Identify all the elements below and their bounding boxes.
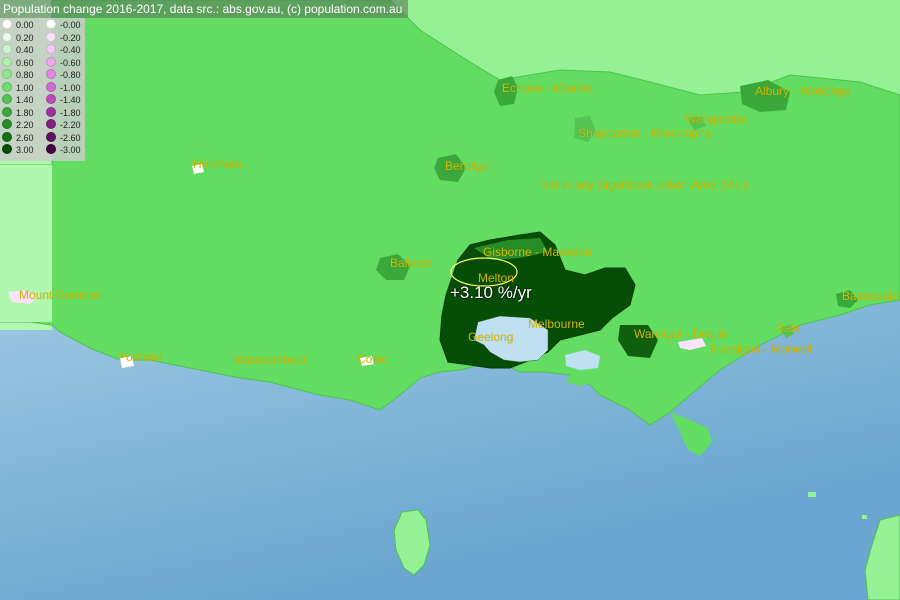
small-island bbox=[808, 492, 816, 497]
map-header-title: Population change 2016-2017, data src.: … bbox=[0, 0, 409, 18]
label-warrnambool[interactable]: Warrnambool bbox=[234, 353, 306, 367]
label-albury-wodonga[interactable]: Albury - Wodonga bbox=[755, 84, 851, 98]
legend-label: -1.80 bbox=[60, 107, 81, 118]
legend-item-positive: 0.80 bbox=[2, 69, 34, 81]
legend-swatch bbox=[2, 56, 12, 67]
legend-swatch bbox=[2, 31, 12, 42]
legend-item-negative: -1.80 bbox=[46, 106, 81, 119]
legend-swatch bbox=[2, 106, 12, 117]
legend-swatch bbox=[46, 44, 56, 54]
legend-swatch bbox=[46, 69, 56, 79]
small-island bbox=[862, 515, 867, 519]
legend-item-negative: -2.60 bbox=[46, 131, 81, 144]
label-portland[interactable]: Portland bbox=[118, 350, 163, 364]
legend-swatch bbox=[2, 131, 12, 142]
legend-label: 2.20 bbox=[16, 120, 34, 130]
legend-swatch bbox=[46, 19, 56, 29]
legend-label: 3.00 bbox=[16, 145, 34, 155]
legend-label: -3.00 bbox=[60, 145, 81, 155]
label-bairnsdale[interactable]: Bairnsdale bbox=[842, 289, 899, 303]
legend-label: 2.60 bbox=[16, 132, 34, 143]
legend-swatch bbox=[46, 31, 56, 42]
legend-label: -1.40 bbox=[60, 95, 81, 105]
label-traralgon-morwell[interactable]: Traralgon - Morwell bbox=[709, 342, 812, 356]
legend-label: 0.20 bbox=[16, 32, 34, 43]
legend-swatch bbox=[46, 106, 56, 117]
legend-item-positive: 0.20 bbox=[2, 31, 34, 44]
label-wangaratta[interactable]: Wangaratta bbox=[685, 112, 747, 126]
legend-item-negative: -1.00 bbox=[46, 81, 81, 94]
label-colac[interactable]: Colac bbox=[357, 352, 388, 366]
legend-item-positive: 0.40 bbox=[2, 44, 34, 56]
legend-item-negative: -2.20 bbox=[46, 119, 81, 131]
label-shepparton-mooroopna[interactable]: Shepparton - Mooroopna bbox=[578, 126, 711, 140]
label-horsham[interactable]: Horsham bbox=[193, 157, 242, 171]
legend-label: 1.80 bbox=[16, 107, 34, 118]
legend-label: -0.20 bbox=[60, 32, 81, 43]
legend: 0.00 0.20 0.40 0.60 0.80 1.00 1.40 1.80 2.20 2.60… bbox=[0, 18, 85, 161]
legend-swatch bbox=[46, 144, 56, 154]
legend-item-negative: -1.40 bbox=[46, 94, 81, 106]
legend-item-positive: 2.20 bbox=[2, 119, 34, 131]
legend-swatch bbox=[46, 56, 56, 67]
legend-item-positive: 2.60 bbox=[2, 131, 34, 144]
legend-label: -2.20 bbox=[60, 120, 81, 130]
legend-label: 0.80 bbox=[16, 70, 34, 80]
legend-label: -0.80 bbox=[60, 70, 81, 80]
label-warragul-drouin[interactable]: Warragul - Drouin bbox=[634, 327, 728, 341]
legend-label: 0.60 bbox=[16, 57, 34, 68]
label-not-in-sua[interactable]: Not in any Significant Urban Area (Vic.) bbox=[540, 178, 748, 192]
legend-item-negative: -0.80 bbox=[46, 69, 81, 81]
legend-label: -1.00 bbox=[60, 82, 81, 93]
legend-label: 0.00 bbox=[16, 20, 34, 30]
legend-label: -0.60 bbox=[60, 57, 81, 68]
label-mount-gambier[interactable]: Mount Gambier bbox=[19, 288, 102, 302]
legend-swatch bbox=[2, 81, 12, 92]
legend-item-negative: -3.00 bbox=[46, 144, 81, 156]
map-canvas[interactable]: Population change 2016-2017, data src.: … bbox=[0, 0, 900, 600]
label-sale[interactable]: Sale bbox=[776, 321, 800, 335]
legend-item-positive: 1.00 bbox=[2, 81, 34, 94]
legend-item-negative: -0.60 bbox=[46, 56, 81, 69]
legend-label: 0.40 bbox=[16, 45, 34, 55]
legend-item-positive: 1.40 bbox=[2, 94, 34, 106]
legend-swatch bbox=[2, 19, 12, 29]
label-bendigo[interactable]: Bendigo bbox=[445, 159, 489, 173]
label-geelong[interactable]: Geelong bbox=[468, 330, 513, 344]
hover-value-label: +3.10 %/yr bbox=[450, 283, 532, 302]
legend-swatch bbox=[2, 44, 12, 54]
legend-item-positive: 0.00 bbox=[2, 19, 34, 31]
legend-item-positive: 3.00 bbox=[2, 144, 34, 156]
label-melbourne[interactable]: Melbourne bbox=[528, 317, 585, 331]
legend-swatch bbox=[2, 144, 12, 154]
legend-swatch bbox=[2, 94, 12, 104]
legend-swatch bbox=[2, 119, 12, 129]
legend-item-negative: -0.00 bbox=[46, 19, 81, 31]
legend-item-positive: 1.80 bbox=[2, 106, 34, 119]
legend-item-positive: 0.60 bbox=[2, 56, 34, 69]
label-echuca-moama[interactable]: Echuca - Moama bbox=[502, 81, 593, 95]
legend-label: 1.00 bbox=[16, 82, 34, 93]
legend-label: -2.60 bbox=[60, 132, 81, 143]
legend-swatch bbox=[46, 94, 56, 104]
label-ballarat[interactable]: Ballarat bbox=[390, 256, 431, 270]
legend-item-negative: -0.20 bbox=[46, 31, 81, 44]
legend-swatch bbox=[46, 131, 56, 142]
legend-swatch bbox=[2, 69, 12, 79]
legend-label: -0.00 bbox=[60, 20, 81, 30]
legend-swatch bbox=[46, 81, 56, 92]
legend-label: -0.40 bbox=[60, 45, 81, 55]
legend-item-negative: -0.40 bbox=[46, 44, 81, 56]
legend-swatch bbox=[46, 119, 56, 129]
legend-label: 1.40 bbox=[16, 95, 34, 105]
label-gisborne-macedon[interactable]: Gisborne - Macedon bbox=[483, 245, 592, 259]
